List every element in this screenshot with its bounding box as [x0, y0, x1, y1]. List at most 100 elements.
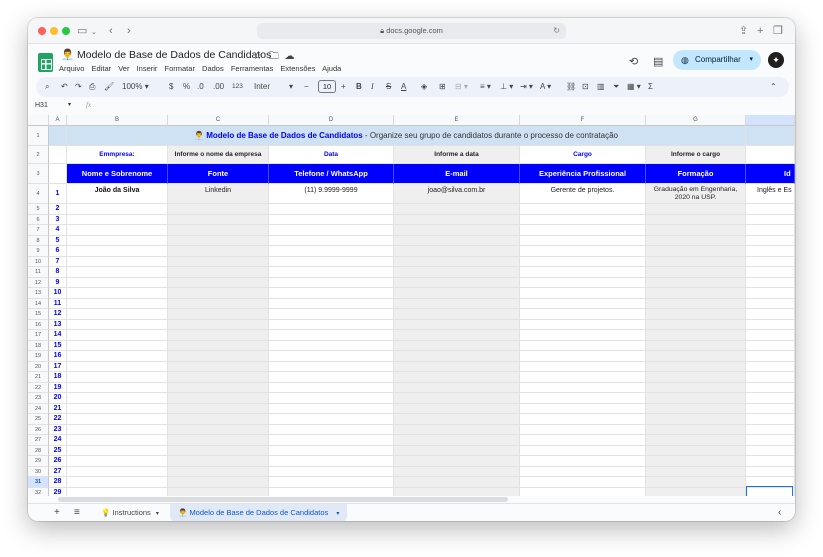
row-header[interactable]: 9 — [28, 246, 49, 257]
table-cell[interactable] — [269, 288, 394, 299]
table-cell[interactable] — [394, 319, 520, 330]
table-cell[interactable] — [269, 246, 394, 257]
table-cell[interactable] — [67, 382, 168, 393]
reload-icon[interactable]: ↻ — [553, 23, 560, 39]
table-cell[interactable] — [646, 225, 746, 236]
table-cell[interactable] — [67, 330, 168, 341]
sidebar-icon[interactable]: ▭ — [77, 24, 87, 38]
table-cell[interactable] — [520, 435, 646, 446]
table-cell[interactable] — [394, 235, 520, 246]
selected-cell-h31[interactable] — [746, 486, 793, 496]
table-cell[interactable] — [67, 277, 168, 288]
table-cell[interactable] — [67, 477, 168, 488]
table-cell[interactable] — [168, 456, 269, 467]
row-index-cell[interactable]: 3 — [49, 214, 67, 225]
table-cell[interactable] — [168, 414, 269, 425]
table-cell[interactable] — [646, 256, 746, 267]
record-experience[interactable]: Gerente de projetos. — [520, 184, 646, 204]
table-cell[interactable] — [269, 435, 394, 446]
table-cell[interactable] — [646, 246, 746, 257]
row-index-cell[interactable]: 22 — [49, 414, 67, 425]
table-cell[interactable] — [168, 382, 269, 393]
text-wrap-icon[interactable]: ⇥ ▾ — [520, 77, 533, 97]
row-header[interactable]: 22 — [28, 382, 49, 393]
table-cell[interactable] — [67, 246, 168, 257]
row-index-cell[interactable]: 7 — [49, 256, 67, 267]
date-value[interactable]: Informe a data — [394, 146, 520, 164]
table-cell[interactable] — [269, 382, 394, 393]
row-header[interactable]: 12 — [28, 277, 49, 288]
table-cell[interactable] — [746, 382, 795, 393]
row-header[interactable]: 16 — [28, 319, 49, 330]
table-cell[interactable] — [394, 466, 520, 477]
header-experience[interactable]: Experiência Profissional — [520, 164, 646, 184]
redo-icon[interactable]: ↷ — [75, 77, 82, 97]
table-cell[interactable] — [646, 456, 746, 467]
table-cell[interactable] — [520, 277, 646, 288]
table-cell[interactable] — [269, 414, 394, 425]
font-size-increase-icon[interactable]: + — [341, 77, 346, 97]
currency-format-button[interactable]: $ — [169, 77, 173, 97]
move-folder-icon[interactable]: 🗀 — [269, 51, 279, 62]
table-cell[interactable] — [394, 288, 520, 299]
table-cell[interactable] — [746, 393, 795, 404]
row-index-cell[interactable]: 14 — [49, 330, 67, 341]
row-header[interactable]: 3 — [28, 164, 49, 184]
table-cell[interactable] — [520, 361, 646, 372]
table-cell[interactable] — [168, 424, 269, 435]
row-index-cell[interactable]: 13 — [49, 319, 67, 330]
record-education[interactable]: Graduação em Engenharia, 2020 na USP. — [646, 184, 746, 204]
table-cell[interactable] — [646, 235, 746, 246]
menu-inserir[interactable]: Inserir — [137, 64, 158, 73]
row-header[interactable]: 4 — [28, 184, 49, 204]
table-cell[interactable] — [67, 403, 168, 414]
paint-format-icon[interactable]: 🖌︎ — [104, 77, 114, 97]
table-cell[interactable] — [269, 372, 394, 383]
caret-down-icon[interactable]: ▾ — [749, 50, 753, 70]
table-cell[interactable] — [746, 309, 795, 320]
table-cell[interactable] — [520, 445, 646, 456]
table-cell[interactable] — [746, 351, 795, 362]
table-cell[interactable] — [646, 351, 746, 362]
table-cell[interactable] — [746, 330, 795, 341]
table-cell[interactable] — [269, 466, 394, 477]
cell-a2[interactable] — [49, 146, 67, 164]
row-index-cell[interactable]: 10 — [49, 288, 67, 299]
table-cell[interactable] — [746, 225, 795, 236]
row-header[interactable]: 23 — [28, 393, 49, 404]
table-cell[interactable] — [168, 309, 269, 320]
row-header[interactable]: 31 — [28, 477, 49, 488]
table-cell[interactable] — [646, 445, 746, 456]
row-index-cell[interactable]: 21 — [49, 403, 67, 414]
table-cell[interactable] — [520, 309, 646, 320]
table-cell[interactable] — [168, 340, 269, 351]
table-cell[interactable] — [520, 351, 646, 362]
table-cell[interactable] — [394, 351, 520, 362]
row-index-cell[interactable]: 28 — [49, 477, 67, 488]
table-cell[interactable] — [67, 466, 168, 477]
table-cell[interactable] — [269, 319, 394, 330]
row-header[interactable]: 7 — [28, 225, 49, 236]
table-cell[interactable] — [67, 214, 168, 225]
table-cell[interactable] — [67, 445, 168, 456]
table-cell[interactable] — [394, 309, 520, 320]
row-index-cell[interactable]: 8 — [49, 267, 67, 278]
table-cell[interactable] — [394, 246, 520, 257]
column-header-a[interactable]: A — [49, 115, 67, 126]
table-cell[interactable] — [520, 246, 646, 257]
table-cell[interactable] — [646, 204, 746, 215]
row-index-cell[interactable]: 12 — [49, 309, 67, 320]
table-cell[interactable] — [746, 319, 795, 330]
table-cell[interactable] — [269, 330, 394, 341]
table-cell[interactable] — [394, 477, 520, 488]
table-cell[interactable] — [168, 372, 269, 383]
table-cell[interactable] — [746, 277, 795, 288]
table-cell[interactable] — [646, 298, 746, 309]
menu-dados[interactable]: Dados — [202, 64, 224, 73]
table-cell[interactable] — [168, 235, 269, 246]
tab-overview-icon[interactable]: ❐ — [773, 24, 783, 38]
table-cell[interactable] — [269, 277, 394, 288]
record-email[interactable]: joao@silva.com.br — [394, 184, 520, 204]
table-cell[interactable] — [520, 288, 646, 299]
table-cell[interactable] — [520, 382, 646, 393]
